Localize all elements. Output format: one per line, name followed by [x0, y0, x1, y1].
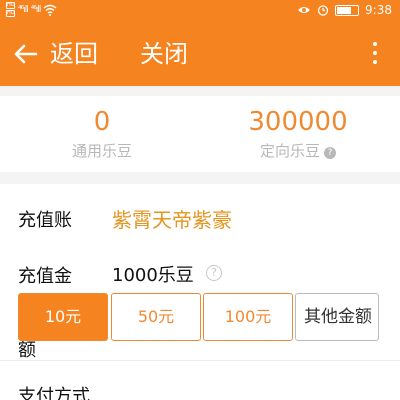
battery-icon	[335, 4, 360, 16]
divider	[0, 360, 400, 361]
directed-balance-label: 定向乐豆	[259, 142, 320, 160]
close-button[interactable]: 关闭	[140, 38, 188, 70]
general-balance-value: 0	[93, 107, 111, 137]
back-arrow-icon[interactable]	[10, 38, 40, 70]
balance-panel: 0 通用乐豆 300000 定向乐豆?	[0, 96, 400, 172]
sim1-icon: HD	[6, 2, 15, 9]
general-balance-label: 通用乐豆	[71, 142, 132, 160]
eye-icon	[298, 7, 311, 13]
signal-icon-2: ⁴⁶ıll	[30, 4, 42, 15]
clock: 9:38	[365, 3, 392, 17]
directed-balance-value: 300000	[248, 107, 348, 137]
general-balance: 0 通用乐豆	[2, 96, 202, 162]
account-label: 充值账	[18, 210, 72, 231]
payment-method-label: 支付方式	[18, 386, 90, 400]
account-value: 紫霄天帝紫豪	[112, 208, 232, 232]
amount-option-10[interactable]: 10元	[18, 293, 108, 341]
amount-value: 1000乐豆	[112, 265, 194, 286]
signal-icon: ⁴⁶ıll	[18, 4, 29, 15]
sim2-icon: HD	[6, 10, 15, 17]
amount-help-icon[interactable]: ?	[206, 265, 222, 281]
back-button[interactable]: 返回	[50, 38, 98, 70]
wifi-icon	[43, 4, 57, 16]
amount-option-50[interactable]: 50元	[111, 293, 201, 341]
app-bar: 返回 关闭	[0, 24, 400, 86]
question-icon[interactable]: ?	[324, 147, 336, 159]
directed-balance: 300000 定向乐豆?	[198, 96, 398, 162]
amount-label: 充值金	[18, 266, 72, 287]
status-left: HD HD ⁴⁶ıll ⁴⁶ıll	[6, 2, 57, 17]
status-right: 9:38	[297, 3, 392, 17]
sim-icons: HD HD	[6, 2, 15, 17]
directed-balance-label-row: 定向乐豆?	[198, 140, 398, 162]
alarm-icon	[317, 5, 329, 16]
more-menu-icon[interactable]	[370, 42, 380, 68]
status-bar: HD HD ⁴⁶ıll ⁴⁶ıll 9:38	[0, 0, 400, 24]
recharge-form: 充值账 紫霄天帝紫豪 充值金 额 1000乐豆 ? 10元 50元 100元 其…	[0, 184, 400, 400]
amount-option-100[interactable]: 100元	[203, 293, 293, 341]
amount-option-other[interactable]: 其他金额	[295, 293, 379, 341]
